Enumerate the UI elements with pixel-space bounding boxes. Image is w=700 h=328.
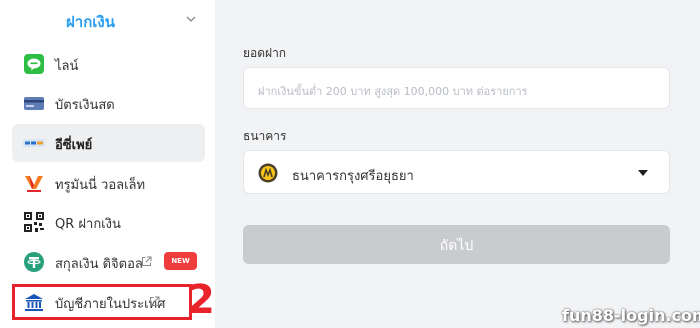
step-number-annotation: 2 [187, 277, 215, 323]
qr-code-icon [24, 212, 44, 232]
cash-card-icon [24, 97, 44, 110]
sidebar-item-easypay[interactable]: อีซี่เพย์ [12, 124, 205, 162]
amount-label: ยอดฝาก [243, 46, 287, 60]
sidebar-item-cash-card[interactable]: บัตรเงินสด [12, 84, 205, 122]
sidebar-title: ฝากเงิน [66, 13, 115, 31]
highlight-box [12, 284, 192, 320]
sidebar-item-label: ไลน์ [55, 59, 79, 74]
sidebar-item-label: QR ฝากเงิน [55, 217, 121, 232]
sidebar-header[interactable]: ฝากเงิน [0, 0, 215, 40]
sidebar-item-crypto[interactable]: สกุลเงิน ดิจิตอล NEW [12, 243, 205, 281]
krungsri-logo-icon [258, 163, 278, 183]
watermark: fun88-login.com [562, 306, 700, 325]
easypay-icon [23, 139, 45, 147]
amount-input[interactable]: ฝากเงินขั้นต่ำ 200 บาท สูงสุด 100,000 บา… [243, 67, 670, 109]
sidebar-item-label: ทรูมันนี่ วอลเล็ท [55, 178, 146, 193]
tether-icon [24, 252, 44, 272]
truemoney-icon [25, 176, 43, 192]
sidebar: ฝากเงิน ไลน์ บัตรเงินสด อีซี่เพย์ ทรูมัน… [0, 0, 215, 328]
new-badge: NEW [164, 252, 197, 270]
sidebar-item-truemoney[interactable]: ทรูมันนี่ วอลเล็ท [12, 164, 205, 202]
sidebar-item-line[interactable]: ไลน์ [12, 45, 205, 83]
sidebar-item-qr[interactable]: QR ฝากเงิน [12, 203, 205, 241]
sidebar-item-label: บัตรเงินสด [55, 98, 115, 113]
sidebar-item-label: อีซี่เพย์ [55, 138, 93, 153]
external-link-icon [142, 256, 152, 266]
bank-select-value: ธนาคารกรุงศรีอยุธยา [292, 169, 414, 184]
deposit-form: ยอดฝาก ฝากเงินขั้นต่ำ 200 บาท สูงสุด 100… [215, 0, 700, 328]
next-button-label: ถัดไป [439, 238, 474, 254]
bank-select[interactable]: ธนาคารกรุงศรีอยุธยา [243, 150, 670, 194]
bank-label: ธนาคาร [243, 129, 287, 143]
caret-down-icon[interactable] [638, 170, 648, 176]
next-button[interactable]: ถัดไป [243, 225, 670, 264]
line-icon [24, 54, 44, 74]
amount-placeholder: ฝากเงินขั้นต่ำ 200 บาท สูงสุด 100,000 บา… [258, 85, 528, 98]
sidebar-item-label: สกุลเงิน ดิจิตอล [55, 257, 143, 272]
chevron-down-icon[interactable] [186, 14, 196, 24]
